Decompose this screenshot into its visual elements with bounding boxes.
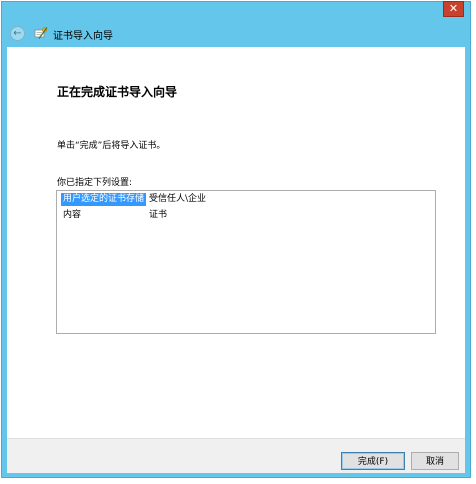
title-bar: ← 证书导入向导: [2, 20, 470, 48]
settings-value: 证书: [149, 210, 168, 220]
close-button[interactable]: ✕: [443, 1, 464, 17]
settings-list[interactable]: 用户选定的证书存储 受信任人\企业 内容 证书: [56, 190, 436, 334]
certificate-wizard-icon: [34, 27, 48, 39]
button-bar: 完成(F) 取消: [7, 438, 465, 473]
instruction-text: 单击“完成”后将导入证书。: [57, 141, 166, 151]
window-title: 证书导入向导: [53, 31, 113, 42]
wizard-content: 正在完成证书导入向导 单击“完成”后将导入证书。 你已指定下列设置: 用户选定的…: [7, 47, 465, 438]
settings-value: 受信任人\企业: [149, 194, 207, 204]
settings-key: 内容: [63, 210, 82, 220]
settings-row[interactable]: 用户选定的证书存储 受信任人\企业: [59, 193, 429, 206]
settings-row[interactable]: 内容 证书: [59, 209, 429, 222]
back-button[interactable]: ←: [10, 26, 25, 41]
back-arrow-icon: ←: [13, 28, 22, 39]
finish-button[interactable]: 完成(F): [341, 452, 405, 470]
close-icon: ✕: [448, 2, 459, 15]
page-heading: 正在完成证书导入向导: [57, 85, 178, 99]
wizard-window: ✕ ← 证书导入向导 正在完成证书导入向导 单击“完成”后将导入证书。 你已指定…: [1, 1, 471, 478]
settings-caption: 你已指定下列设置:: [57, 178, 133, 188]
settings-key: 用户选定的证书存储: [61, 193, 147, 206]
cancel-button[interactable]: 取消: [411, 452, 459, 470]
